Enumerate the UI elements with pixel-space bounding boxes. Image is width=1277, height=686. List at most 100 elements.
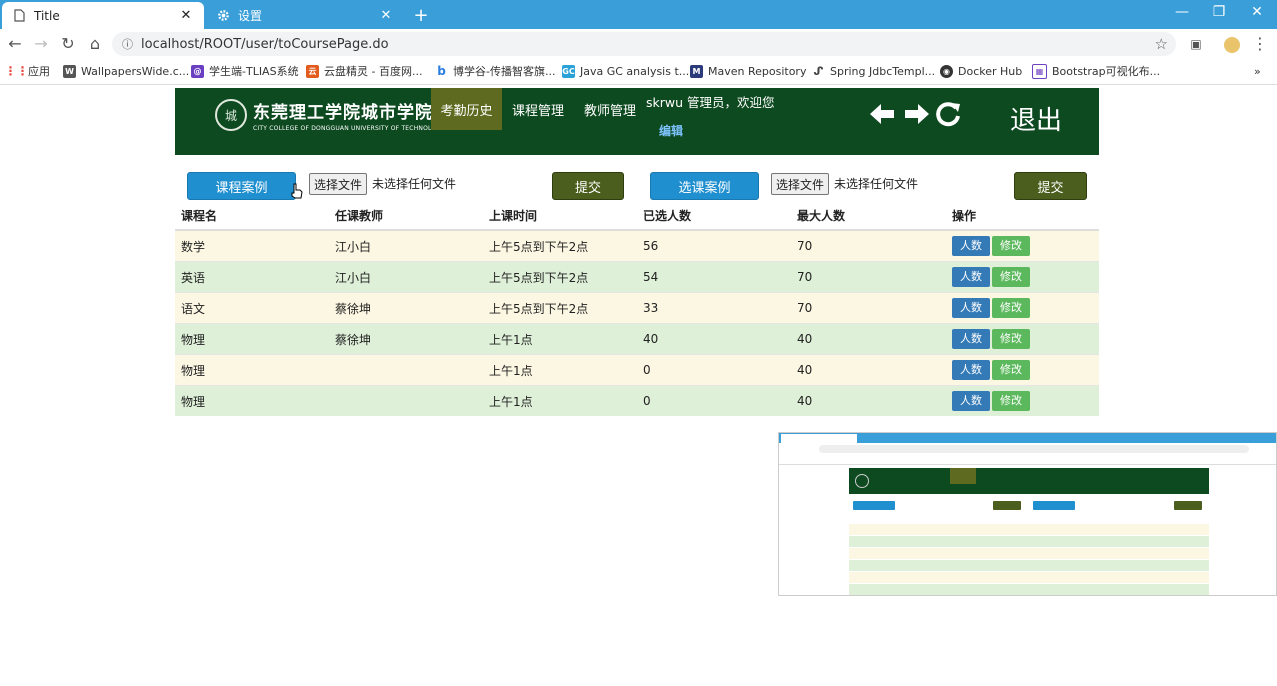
tlias-icon: @ [191, 64, 204, 78]
cell-course: 语文 [175, 292, 329, 324]
cell-selected: 40 [637, 323, 791, 355]
bookmark-label: WallpapersWide.c... [81, 64, 190, 78]
cell-teacher [329, 385, 483, 416]
cloud-icon: 云 [306, 64, 319, 78]
cell-actions: 人数 修改 [946, 323, 1099, 355]
thumbnail-toolbar [779, 443, 1276, 455]
extension-icon[interactable]: ▣ [1186, 34, 1206, 54]
browser-tab-title[interactable]: Title ✕ [2, 2, 204, 29]
edit-button[interactable]: 修改 [992, 267, 1030, 287]
window-close-icon[interactable]: ✕ [1242, 4, 1272, 20]
bookmarks-more[interactable]: » [1254, 63, 1261, 79]
bookmark-maven[interactable]: M Maven Repository [690, 63, 806, 79]
home-icon[interactable]: ⌂ [85, 34, 105, 54]
edit-button[interactable]: 修改 [992, 391, 1030, 411]
cell-course: 数学 [175, 229, 329, 262]
bookmark-bootstrap[interactable]: ▦ Bootstrap可视化布... [1032, 63, 1160, 79]
table-row: 物理 上午1点 0 40 人数 修改 [175, 385, 1099, 416]
gc-icon: GC [562, 64, 575, 78]
close-icon[interactable]: ✕ [178, 8, 194, 23]
new-tab-plus-icon[interactable]: + [411, 5, 431, 26]
bookmark-gc[interactable]: GC Java GC analysis t... [562, 63, 689, 79]
count-button[interactable]: 人数 [952, 267, 990, 287]
edit-button[interactable]: 修改 [992, 360, 1030, 380]
select-example-button[interactable]: 选课案例 [650, 172, 759, 200]
submit-button[interactable]: 提交 [1014, 172, 1087, 200]
bookmark-boxuegu[interactable]: b 博学谷-传播智客旗... [435, 63, 555, 79]
forward-arrow-icon[interactable] [902, 99, 932, 136]
bookmark-apps[interactable]: ⋮⋮ 应用 [5, 63, 51, 79]
restore-icon[interactable]: ❐ [1204, 4, 1234, 20]
bookmark-tlias[interactable]: @ 学生端-TLIAS系统 [191, 63, 299, 79]
nav-attendance-history[interactable]: 考勤历史 [431, 88, 502, 130]
browser-toolbar: ← → ↻ ⌂ ⓘ localhost/ROOT/user/toCoursePa… [0, 29, 1277, 59]
address-bar[interactable]: ⓘ localhost/ROOT/user/toCoursePage.do ☆ [112, 32, 1176, 56]
bookmark-label: Bootstrap可视化布... [1052, 65, 1161, 78]
table-header-row: 课程名 任课教师 上课时间 已选人数 最大人数 操作 [175, 201, 1099, 231]
back-arrow-icon[interactable] [867, 99, 897, 136]
table-row: 物理 蔡徐坤 上午1点 40 40 人数 修改 [175, 323, 1099, 355]
bookmark-cloud[interactable]: 云 云盘精灵 - 百度网... [306, 63, 422, 79]
thumbnail-row [849, 524, 1209, 535]
cell-selected: 54 [637, 261, 791, 293]
welcome-text: skrwu 管理员，欢迎您 [646, 95, 775, 110]
bookmark-label: Java GC analysis t... [580, 64, 690, 78]
no-file-text: 未选择任何文件 [834, 177, 919, 191]
gear-icon [216, 9, 230, 23]
count-button[interactable]: 人数 [952, 329, 990, 349]
cell-course: 物理 [175, 354, 329, 386]
thumbnail-row [849, 584, 1209, 595]
edit-button[interactable]: 修改 [992, 236, 1030, 256]
count-button[interactable]: 人数 [952, 391, 990, 411]
count-button[interactable]: 人数 [952, 360, 990, 380]
thumbnail-tab [781, 434, 857, 443]
menu-icon[interactable]: ⋮ [1250, 34, 1270, 54]
count-button[interactable]: 人数 [952, 236, 990, 256]
edit-link[interactable]: 编辑 [659, 122, 683, 139]
avatar[interactable] [1222, 34, 1242, 54]
back-arrow-icon[interactable]: ← [5, 34, 25, 54]
nav-teacher-management[interactable]: 教师管理 [580, 88, 640, 130]
cell-actions: 人数 修改 [946, 354, 1099, 386]
browser-tab-settings[interactable]: 设置 ✕ [206, 2, 404, 29]
cell-selected: 56 [637, 229, 791, 262]
logout-button[interactable]: 退出 [1010, 100, 1062, 137]
cell-max: 70 [791, 292, 946, 324]
cell-time: 上午5点到下午2点 [483, 229, 637, 262]
nav-course-management[interactable]: 课程管理 [508, 88, 568, 130]
choose-file-button[interactable]: 选择文件 [771, 173, 830, 195]
minimize-icon[interactable]: — [1167, 4, 1197, 20]
edit-button[interactable]: 修改 [992, 298, 1030, 318]
thumbnail-header [849, 468, 1209, 494]
school-logo[interactable]: 城 东莞理工学院城市学院 CITY COLLEGE OF DONGGUAN UN… [215, 98, 445, 132]
refresh-icon[interactable] [934, 99, 962, 136]
reload-icon[interactable]: ↻ [58, 34, 78, 54]
screenshot-thumbnail[interactable] [778, 432, 1277, 596]
cell-course: 英语 [175, 261, 329, 293]
col-actions: 操作 [946, 201, 1099, 231]
cell-max: 40 [791, 354, 946, 386]
thumbnail-row [849, 548, 1209, 559]
col-time: 上课时间 [483, 201, 637, 231]
star-icon[interactable]: ☆ [1155, 35, 1168, 53]
cell-teacher: 蔡徐坤 [329, 323, 483, 355]
edit-button[interactable]: 修改 [992, 329, 1030, 349]
bookmark-label: Maven Repository [708, 64, 807, 78]
bookmark-label: 云盘精灵 - 百度网... [324, 65, 423, 78]
choose-file-button[interactable]: 选择文件 [309, 173, 368, 195]
cell-course: 物理 [175, 385, 329, 416]
submit-button[interactable]: 提交 [552, 172, 624, 200]
cell-selected: 0 [637, 354, 791, 386]
bookmark-label: Docker Hub [958, 64, 1023, 78]
bookmark-wallpaperswide[interactable]: W WallpapersWide.c... [63, 63, 189, 79]
bookmark-docker[interactable]: ◉ Docker Hub [940, 63, 1022, 79]
bookmark-spring[interactable]: ᔑ Spring JdbcTempl... [812, 63, 935, 79]
thumbnail-nav-active [950, 468, 976, 484]
forward-arrow-icon[interactable]: → [31, 34, 51, 54]
count-button[interactable]: 人数 [952, 298, 990, 318]
course-example-button[interactable]: 课程案例 [187, 172, 296, 200]
course-table: 课程名 任课教师 上课时间 已选人数 最大人数 操作 数学 江小白 上午5点到下… [175, 201, 1099, 416]
bing-icon: b [437, 64, 446, 78]
close-icon[interactable]: ✕ [378, 8, 394, 23]
browser-tab-bar: Title ✕ 设置 ✕ + — ❐ ✕ [0, 0, 1277, 29]
